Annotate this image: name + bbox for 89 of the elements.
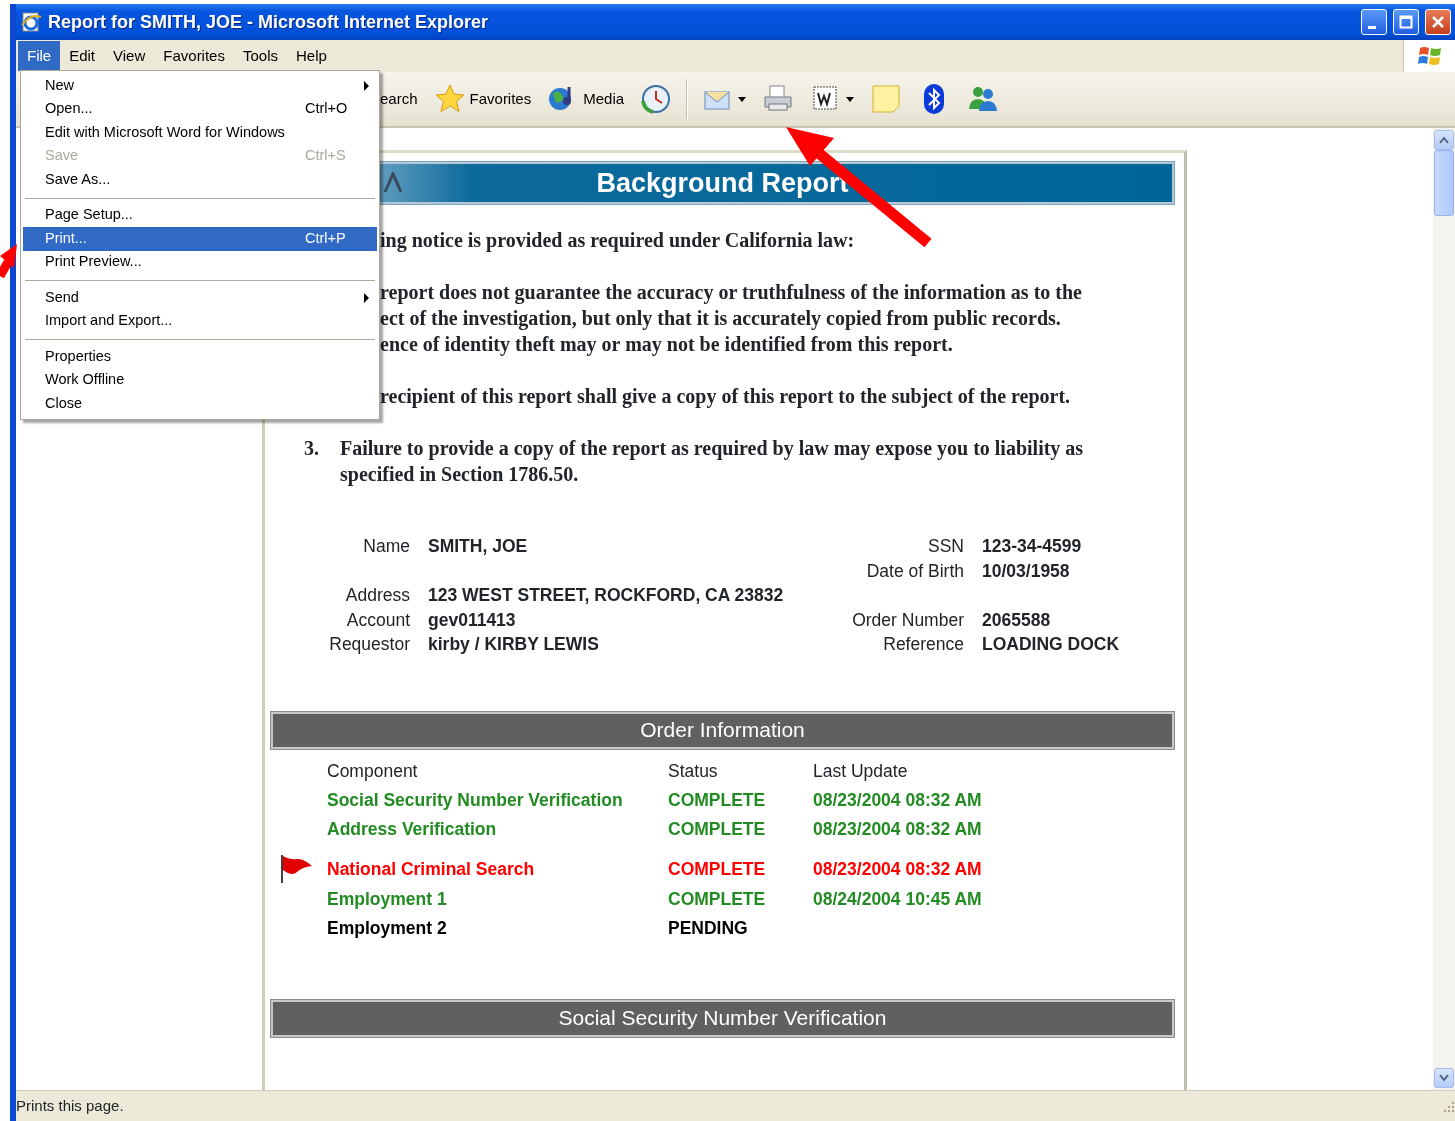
note-icon (870, 83, 903, 115)
notice-text: ect of the investigation, but only that it is accurately copied from public records. (380, 306, 1062, 331)
shortcut-text: Ctrl+S (305, 146, 346, 166)
field-value: LOADING DOCK (982, 633, 1121, 656)
notice-text: ence of identity theft may or may not be identified from this report. (380, 332, 954, 357)
menu-item[interactable]: Save As... (23, 168, 377, 192)
menu-item[interactable]: Tools (233, 40, 287, 72)
menu-item[interactable]: Edit (60, 40, 105, 72)
clock-icon (640, 83, 673, 115)
menu-item[interactable]: Close (23, 392, 377, 416)
menu-item[interactable]: Print Preview... (23, 250, 377, 274)
column-header: Status (668, 759, 719, 783)
column-header: Component (327, 759, 419, 783)
menu-item[interactable]: Properties (23, 345, 377, 369)
item-number: 3. (304, 436, 320, 461)
field-label: Order Number (851, 608, 964, 631)
maximize-icon (1399, 15, 1413, 29)
shortcut-text: Ctrl+P (305, 228, 346, 248)
table-cell: Employment 1 (327, 888, 447, 909)
window-title: Report for SMITH, JOE - Microsoft Internet Explorer (48, 10, 490, 34)
notice-text: ing notice is provided as required under California law: (380, 228, 856, 253)
menu-item[interactable]: View (104, 40, 155, 72)
field-label: Address (344, 584, 410, 607)
notice-text: Failure to provide a copy of the report as required by law may expose you to liability as specified in Section 1786.50. (340, 436, 1085, 487)
field-value: 10/03/1958 (982, 559, 1071, 582)
field-value: SMITH, JOE (428, 535, 529, 558)
table-cell: COMPLETE (668, 789, 766, 810)
section-header: Social Security Number Verification (271, 999, 1174, 1037)
table-cell: 08/23/2004 08:32 AM (813, 789, 982, 810)
table-cell: Social Security Number Verification (327, 789, 623, 810)
menu-item[interactable]: Help (287, 40, 336, 72)
field-label: Name (362, 535, 410, 558)
table-cell: National Criminal Search (327, 858, 535, 879)
table-cell: COMPLETE (668, 888, 766, 909)
chevron-up-icon (1439, 136, 1449, 144)
star-icon (433, 83, 466, 115)
field-value: 2065588 (982, 608, 1052, 631)
logo-icon (383, 172, 405, 194)
notice-text: report does not guarantee the accuracy or truthfulness of the information as to the (380, 280, 1083, 305)
menu-item[interactable]: Print... Ctrl+P (23, 227, 377, 251)
arrow-drawing (0, 244, 17, 279)
column-header: Last Update (813, 759, 909, 783)
search-button[interactable]: earch (378, 85, 420, 113)
table-cell: COMPLETE (668, 818, 766, 839)
minimize-button[interactable] (1361, 9, 1387, 35)
scroll-up-button[interactable] (1434, 130, 1454, 150)
field-value: kirby / KIRBY LEWIS (428, 633, 600, 656)
notice-text: recipient of this report shall give a copy of this report to the subject of the report. (380, 384, 1072, 409)
table-cell: 08/24/2004 10:45 AM (813, 888, 982, 909)
table-cell: PENDING (668, 917, 748, 938)
media-button[interactable]: Media (545, 81, 627, 117)
menu-item[interactable]: Page Setup... (23, 203, 377, 227)
shortcut-text: Ctrl+O (305, 99, 348, 119)
menu-item[interactable]: Edit with Microsoft Word for Windows (23, 121, 377, 145)
report-title: Background Report (595, 166, 850, 200)
close-icon (1431, 15, 1445, 29)
field-label: SSN (927, 535, 964, 558)
table-cell: Employment 2 (327, 917, 447, 938)
field-label: Date of Birth (865, 559, 964, 582)
menu-item[interactable]: Import and Export... (23, 309, 377, 333)
resize-grip-icon (1441, 1099, 1455, 1113)
minimize-icon (1368, 25, 1376, 29)
scroll-down-button[interactable] (1434, 1068, 1454, 1088)
field-label: Account (345, 608, 410, 631)
menu-item[interactable]: New (23, 74, 377, 98)
menu-item[interactable]: Open... Ctrl+O (23, 97, 377, 121)
section-header: Order Information (271, 711, 1174, 749)
field-label: Reference (882, 633, 964, 656)
chevron-down-icon (1439, 1074, 1449, 1082)
menu-item[interactable]: Favorites (154, 40, 234, 72)
browser-icon (20, 11, 42, 33)
table-cell: 08/23/2004 08:32 AM (813, 818, 982, 839)
field-value: 123-34-4599 (982, 535, 1083, 558)
table-cell: 08/23/2004 08:32 AM (813, 858, 982, 879)
field-value: 123 WEST STREET, ROCKFORD, CA 23832 (428, 584, 785, 607)
menu-item[interactable]: Send (23, 286, 377, 310)
menu-item[interactable]: Work Offline (23, 368, 377, 392)
field-value: gev011413 (428, 608, 517, 631)
menu-item[interactable]: File (18, 40, 61, 72)
scroll-thumb[interactable] (1434, 150, 1454, 216)
table-cell: Address Verification (327, 818, 497, 839)
maximize-button[interactable] (1393, 9, 1419, 35)
table-cell: COMPLETE (668, 858, 766, 879)
field-label: Requestor (328, 633, 410, 656)
favorites-button[interactable]: Favorites (431, 81, 534, 117)
close-button[interactable] (1425, 9, 1451, 35)
flag-logo-icon (1416, 44, 1443, 68)
status-text: Prints this page. (16, 1095, 124, 1116)
scrollbar[interactable] (1433, 128, 1455, 1090)
